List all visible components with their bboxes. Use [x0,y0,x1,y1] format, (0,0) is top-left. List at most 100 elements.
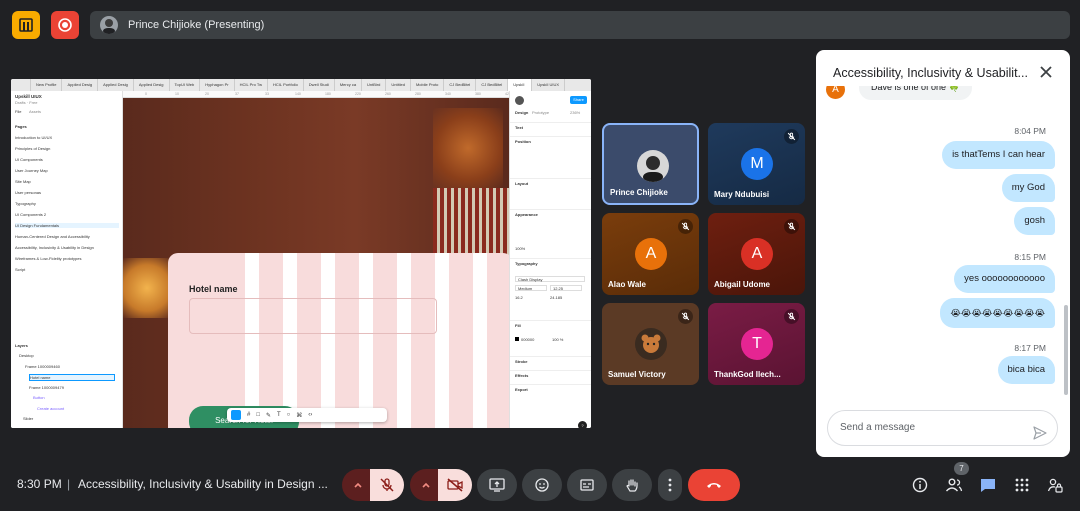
figma-section-divider [510,258,591,259]
shared-tab: TopUI Web [170,79,201,91]
activities-button[interactable] [1011,475,1033,495]
ruler-mark: 0 [145,92,147,96]
figma-tab-prototype: Prototype [532,110,550,115]
captions-button[interactable] [567,469,607,501]
participant-tile[interactable]: Prince Chijioke [602,123,699,205]
figma-section-header: Fill [515,323,521,328]
figma-pages-header: Pages [15,124,27,129]
figma-page-item: UI Components 2 [15,212,47,217]
participant-avatar: T [741,328,773,360]
figma-page-item: Typography [15,201,36,206]
shared-tab: CJ BedBitel [476,79,509,91]
participant-avatar [637,150,669,182]
mic-off-icon [787,312,796,321]
people-button[interactable] [943,475,965,495]
shape-tool-icon: □ [256,412,260,418]
participant-tile[interactable]: A Abigail Udome [708,213,805,295]
reactions-button[interactable] [522,469,562,501]
figma-tab-design: Design [515,110,529,115]
apps-grid-icon [1015,478,1029,492]
figma-left-panel: Upskill UIUX Drafts · Free File Assets P… [11,91,123,428]
figma-layer-item: Hotel name [29,374,115,381]
emoji-icon [535,478,549,492]
figma-zoom: 236% [570,110,581,115]
chat-message-input[interactable]: Send a message [827,410,1058,446]
more-vert-icon [668,478,672,492]
ruler-mark: 220 [355,92,361,96]
meeting-separator: | [67,477,71,491]
figma-section-divider [510,320,591,321]
ruler-mark: 10 [175,92,179,96]
chat-messages[interactable]: A Dave is one of one 🍀 8:04 PM is thatTem… [816,86,1070,401]
more-options-button[interactable] [658,469,682,501]
figma-layer-item: Nav Bar [23,427,37,429]
figma-page-item: User Journey Map [15,168,48,173]
present-screen-button[interactable] [477,469,517,501]
chat-scrollbar[interactable] [1064,305,1068,395]
participant-name: Prince Chijioke [610,188,668,197]
outgoing-message: is thatTems I can hear [942,141,1055,169]
ruler-mark: 280 [415,92,421,96]
plant-decor [433,108,503,188]
leave-call-button[interactable] [688,469,740,501]
figma-tab-assets: Assets [29,109,42,114]
figma-section-header: Effects [515,373,529,378]
outgoing-message: bica bica [997,356,1055,384]
send-icon[interactable] [1033,421,1047,455]
frame-tool-icon: # [247,412,251,418]
meet-app-icon[interactable] [12,11,40,39]
people-icon [945,478,963,492]
close-chat-button[interactable] [1038,64,1054,80]
close-icon [1040,66,1052,78]
canvas-ruler: 0 10 20 37 33 140 180 220 260 280 340 380 420 [123,91,511,98]
figma-section-header: Typography [515,261,538,266]
shared-tab: Applied Desig [134,79,170,91]
participant-name: Mary Ndubuisi [714,190,770,199]
participant-tile[interactable]: M Mary Ndubuisi [708,123,805,205]
shared-tab: UpskIl [508,79,533,91]
shared-tab [11,79,31,91]
figma-layer-item: Slider [23,416,34,421]
presenting-label: Prince Chijioke (Presenting) [128,19,265,31]
figma-layer-item: Create account [37,405,65,411]
participant-tile[interactable]: Samuel Victory [602,303,699,385]
figma-layer-item: Button [33,395,45,400]
figma-section-divider [510,384,591,385]
figma-section-divider [510,356,591,357]
participant-muted-indicator [678,219,693,234]
recording-button[interactable] [51,11,79,39]
participant-tile[interactable]: T ThankGod Ilech... [708,303,805,385]
figma-page-item: Principles of Design [15,146,51,151]
chat-title: Accessibility, Inclusivity & Usabilit... [833,66,1028,80]
meeting-clock: 8:30 PM [17,477,62,491]
participant-avatar [635,328,667,360]
hotel-name-label: Hotel name [189,284,238,294]
figma-section-divider [510,209,591,210]
mic-off-icon [681,222,690,231]
move-tool-icon [231,410,241,420]
actions-tool-icon: ⌘ [296,412,303,419]
mic-off-icon [681,312,690,321]
card-stripe [435,253,449,428]
chat-button[interactable] [977,475,999,495]
participant-name: ThankGod Ilech... [714,370,781,379]
line-height-field: 16.2 [515,295,523,300]
message-timestamp: 8:17 PM [1014,343,1046,353]
participant-muted-indicator [784,309,799,324]
mic-off-icon [787,222,796,231]
participant-tile[interactable]: A Alao Wale [602,213,699,295]
figma-page-item: Script [15,267,26,272]
host-controls-button[interactable] [1044,475,1066,495]
ruler-mark: 33 [265,92,269,96]
card-stripe [397,253,411,428]
sender-avatar: A [826,86,845,99]
meeting-details-button[interactable] [909,475,931,495]
font-weight-field: Medium [515,285,547,291]
figma-canvas: Hotel name Search for Hotel # □ ✎ T ○ ⌘ … [123,98,509,428]
present-icon [489,478,505,492]
figma-page-item: UI Components [15,157,43,162]
raise-hand-button[interactable] [612,469,652,501]
microphone-toggle[interactable] [370,469,404,501]
camera-toggle[interactable] [438,469,472,501]
end-call-icon [707,483,721,488]
